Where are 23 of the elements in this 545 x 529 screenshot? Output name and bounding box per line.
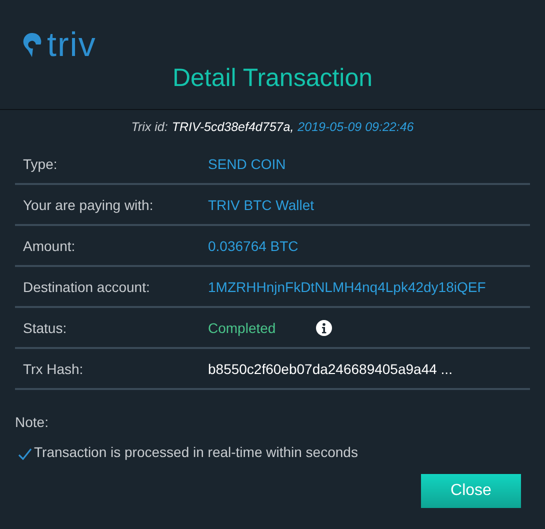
checkmark-icon (18, 448, 32, 460)
trix-id: TRIV-5cd38ef4d757a, (172, 120, 294, 134)
field-label: Trx Hash: (23, 360, 84, 376)
field-value: 0.036764 BTC (208, 238, 298, 254)
field-label: Amount: (23, 238, 76, 254)
close-button[interactable]: Close (421, 474, 521, 508)
trix-label: Trix id: (131, 120, 168, 134)
note-text: Transaction is processed in real-time within seconds (34, 444, 358, 460)
field-value: TRIV BTC Wallet (208, 196, 314, 212)
field-label: Status: (23, 320, 68, 336)
field-label: Type: (23, 156, 58, 172)
dialog-title: Detail Transaction (171, 64, 374, 93)
field-value: 1MZRHHnjnFkDtNLMH4nq4Lpk42dy18iQEF (208, 278, 486, 294)
field-label: Destination account: (23, 278, 151, 294)
note-title: Note: (15, 414, 50, 430)
field-value: b8550c2f60eb07da246689405a9a44 ... (208, 360, 452, 376)
logo-text: triv (47, 28, 96, 62)
location-pin-icon (22, 32, 42, 58)
field-label: Your are paying with: (23, 196, 154, 212)
field-value: SEND COIN (208, 156, 286, 172)
trix-date: 2019-05-09 09:22:46 (298, 120, 414, 134)
info-icon[interactable] (316, 320, 332, 336)
field-value: Completed (208, 320, 276, 336)
